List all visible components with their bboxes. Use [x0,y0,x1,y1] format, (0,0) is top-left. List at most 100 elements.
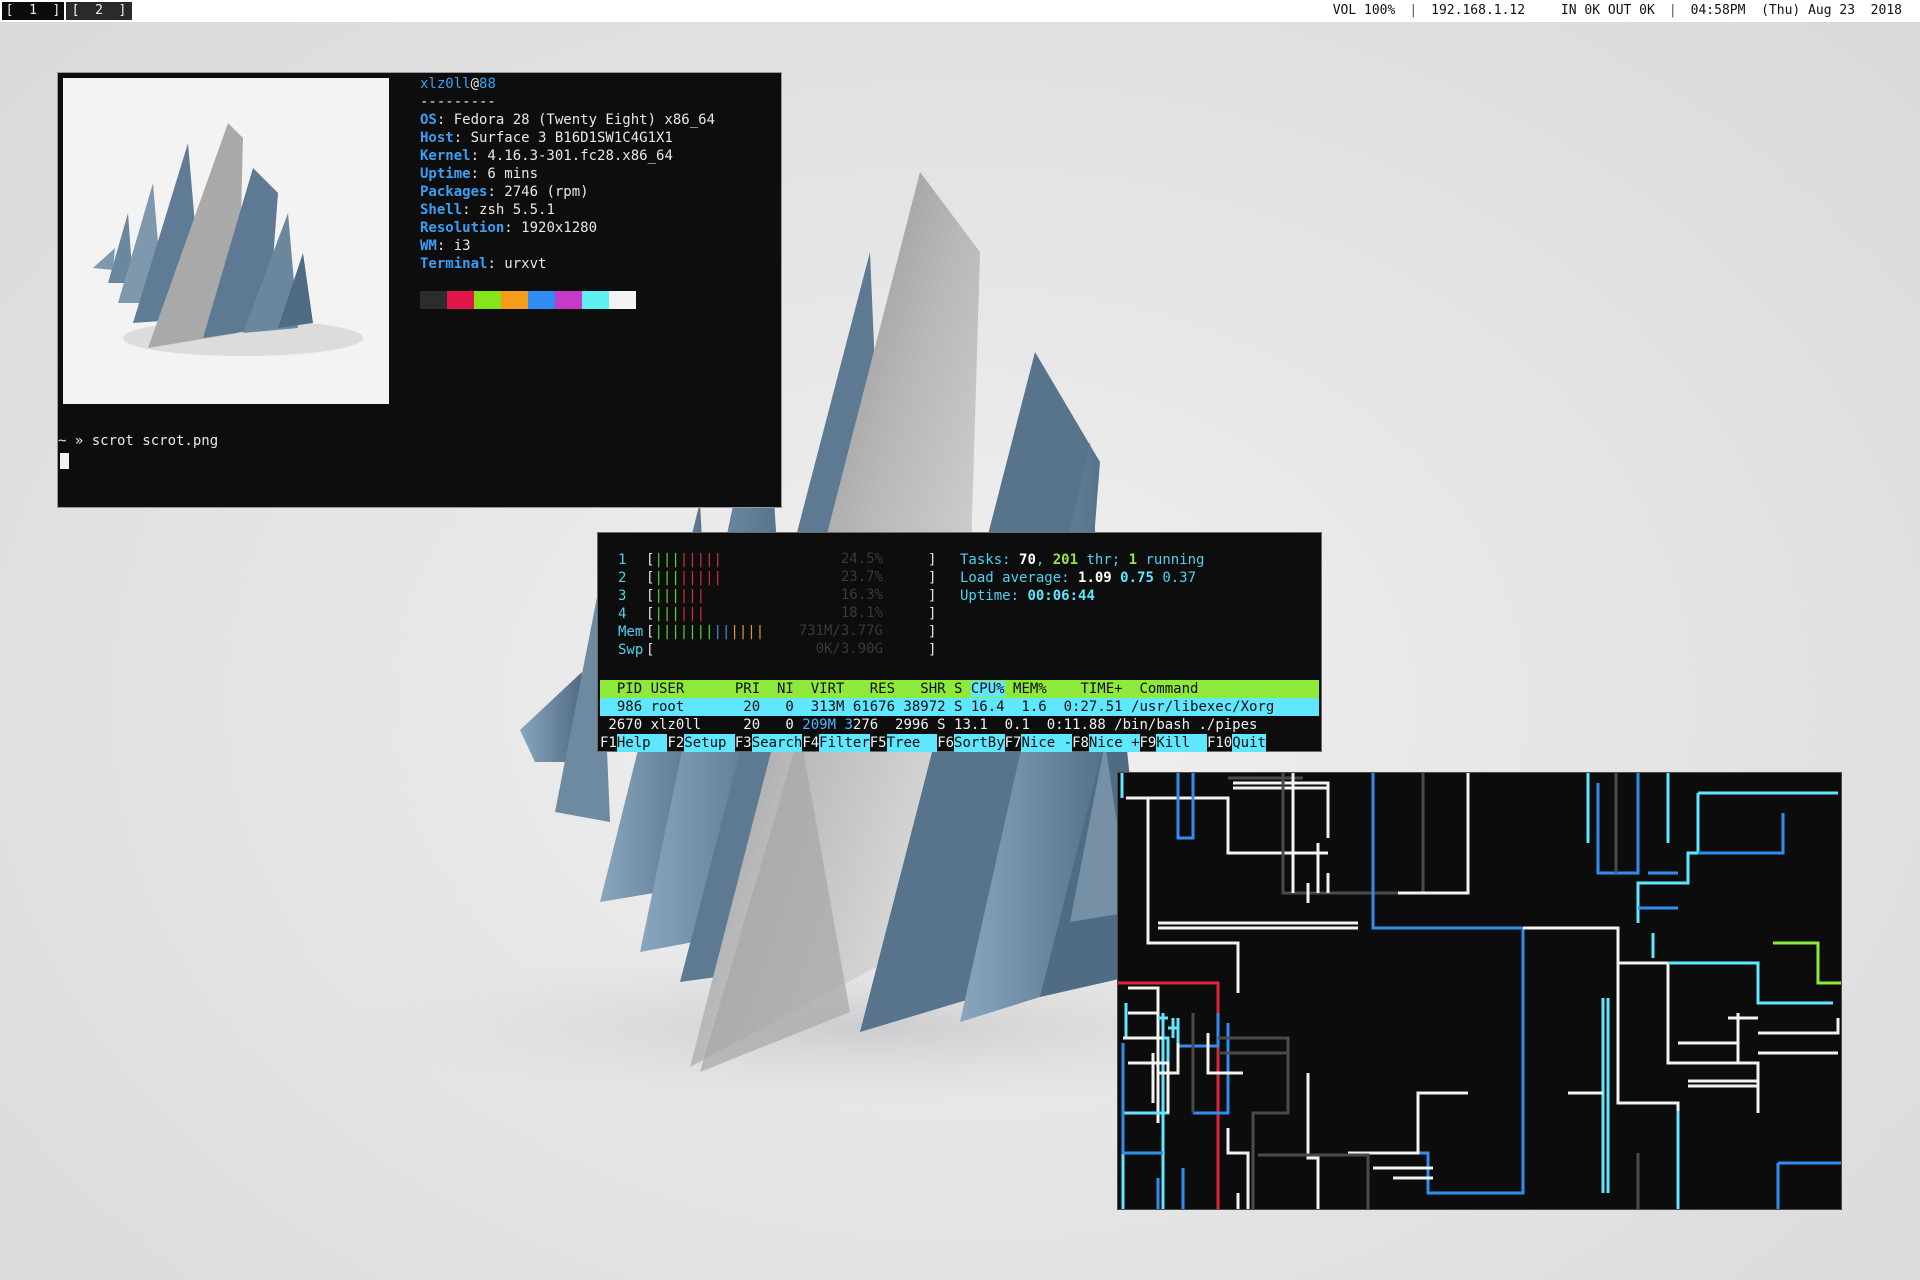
color-palette [420,291,636,309]
meter-tick: | [738,624,748,640]
terminal-window-neofetch[interactable]: xlz0ll@88 --------- OS: Fedora 28 (Twent… [57,72,782,508]
info-separator: --------- [420,94,496,110]
fkey-label[interactable]: Nice + [1088,734,1140,752]
meter-tick: | [679,570,689,586]
separator: | [1668,3,1677,18]
meter-row: 4 [|||||| [618,605,705,623]
ip-status: 192.168.1.12 [1431,3,1526,18]
meter-row: 3 [|||||| [618,587,705,605]
tasks-label: Tasks: [960,552,1020,568]
network-status: IN 0K OUT 0K [1560,3,1655,18]
meter-bar: |||||| [654,606,705,622]
terminal-window-pipes[interactable] [1117,772,1842,1210]
meter-tick: | [654,588,663,604]
tasks-count: 70 [1019,552,1036,568]
fkey-f6[interactable]: F6 [937,734,954,752]
meter-label: 4 [618,606,627,622]
info-kernel-value: : 4.16.3-301.fc28.x86_64 [470,148,673,164]
process-row-selected[interactable]: 986 root 20 0 313M 61676 38972 S 16.4 1.… [600,698,1319,716]
thr-label: thr; [1078,552,1129,568]
info-uptime-label: Uptime [420,166,471,182]
meter-tick: | [696,624,706,640]
fkey-label[interactable]: Kill [1156,734,1207,752]
process-cols: 2670 xlz0ll 20 0 [600,717,803,733]
meter-row: 2 [|||||||| [618,569,722,587]
workspace-2-button[interactable]: [ 2 ] [66,2,132,20]
meter-tick: | [654,552,663,568]
fkey-label[interactable]: SortBy [954,734,1005,752]
pipe-segment [1258,1153,1370,1209]
wallpaper-thumbnail [63,78,389,404]
palette-swatch [555,291,582,309]
fkey-f9[interactable]: F9 [1140,734,1157,752]
meter-tick: | [671,624,680,640]
meter-tick: | [679,606,689,622]
fkey-f2[interactable]: F2 [667,734,684,752]
meter-value: 23.7% [840,569,883,585]
meter-tick: | [654,606,663,622]
meter-bar: |||||| [654,588,705,604]
fkey-label[interactable]: Search [751,734,803,752]
date-status: (Thu) Aug 23 2018 [1761,3,1902,18]
load-15: 0.37 [1162,570,1197,586]
info-wm-label: WM [420,238,437,254]
fkey-label[interactable]: Nice - [1021,734,1073,752]
load-1: 1.09 [1078,570,1112,586]
shell-prompt[interactable]: ~ » scrot scrot.png [58,433,218,449]
pipe-segment [1126,796,1328,855]
terminal-window-htop[interactable]: 1 [|||||||| 24.5%] 2 [|||||||| 23.7%] 3 [||||||… [597,532,1322,752]
fkey-f5[interactable]: F5 [870,734,887,752]
pipe-segment [1178,1013,1220,1048]
meter-tick: | [705,570,714,586]
meter-tick: | [688,588,697,604]
running-label: running [1137,552,1205,568]
info-host-label: Host [420,130,454,146]
info-resolution-value: : 1920x1280 [504,220,598,236]
info-user: xlz0ll [420,76,471,92]
fkey-f8[interactable]: F8 [1072,734,1089,752]
load-5: 0.75 [1120,570,1154,586]
fkey-label[interactable]: Setup [684,734,735,752]
text-cursor [60,453,69,469]
meter-tick: | [688,606,697,622]
meter-tick: | [679,552,689,568]
info-at: @ [470,76,480,92]
meter-bracket-close: ] [928,606,937,622]
meter-label: 2 [618,570,627,586]
meter-tick: | [671,606,680,622]
status-bar: [ 1 ] [ 2 ] VOL 100% | 192.168.1.12 | IN 0K … [0,0,1920,22]
system-info: xlz0ll@88 --------- OS: Fedora 28 (Twent… [420,75,715,273]
header-cpu-sorted[interactable]: CPU% [970,681,1005,697]
meter-bracket-close: ] [928,624,937,640]
separator: | [1539,3,1547,18]
fkey-label[interactable]: Tree [886,734,938,752]
uptime-value: 00:06:44 [1027,588,1095,604]
meter-value: 731M/3.77G [798,623,883,639]
palette-swatch [420,291,447,309]
process-row[interactable]: 2670 xlz0ll 20 0 209M 3276 2996 S 13.1 0… [600,716,1319,734]
pipe-segment [1773,941,1841,985]
pipe-segment [1281,773,1425,895]
header-columns[interactable]: PID USER PRI NI VIRT RES SHR S [600,681,971,697]
fkey-f7[interactable]: F7 [1005,734,1022,752]
fkey-f4[interactable]: F4 [802,734,819,752]
header-columns-rest[interactable]: MEM% TIME+ Command [1005,681,1198,697]
meter-label: Mem [618,624,644,640]
meter-label: Swp [618,642,644,658]
meter-tick: | [688,624,697,640]
info-terminal-value: : urxvt [487,256,547,272]
fkey-f10[interactable]: F10 [1207,734,1232,752]
info-wm-value: : i3 [436,238,471,254]
info-shell-value: : zsh 5.5.1 [462,202,555,218]
meter-tick: | [688,552,697,568]
workspace-1-button[interactable]: [ 1 ] [2,2,64,20]
process-table-header[interactable]: PID USER PRI NI VIRT RES SHR S CPU% MEM%… [600,680,1319,698]
fkey-f3[interactable]: F3 [735,734,752,752]
pipe-segment [1398,773,1470,895]
fkey-label[interactable]: Filter [819,734,870,752]
pipe-segment [1596,773,1640,875]
fkey-f1[interactable]: F1 [600,734,617,752]
palette-swatch [609,291,636,309]
fkey-label[interactable]: Help [616,734,668,752]
fkey-label[interactable]: Quit [1232,734,1266,752]
